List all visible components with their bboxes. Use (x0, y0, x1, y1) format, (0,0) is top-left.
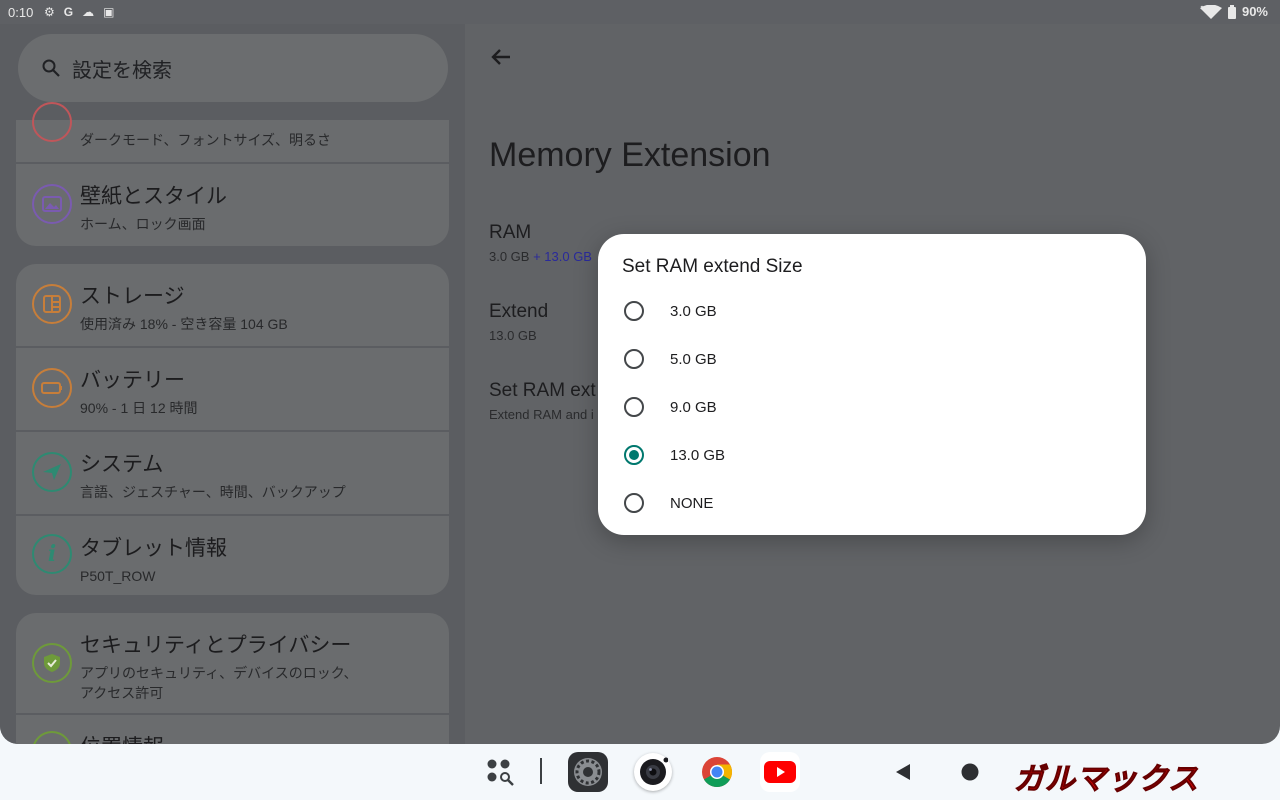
option-label: 3.0 GB (670, 302, 717, 320)
dialog-title: Set RAM extend Size (622, 256, 803, 277)
battery-icon (32, 368, 72, 408)
option-5gb[interactable]: 5.0 GB (622, 339, 1122, 379)
pref-ram: RAM 3.0 GB + 13.0 GB (489, 222, 592, 264)
settings-item-title: セキュリティとプライバシー (80, 634, 352, 657)
pref-extend: Extend 13.0 GB (489, 301, 548, 343)
back-arrow-icon[interactable] (488, 44, 514, 70)
option-label: 5.0 GB (670, 350, 717, 368)
settings-item-tablet-info[interactable]: i タブレット情報 P50T_ROW (16, 516, 449, 595)
camera-app-icon[interactable] (634, 753, 672, 791)
battery-icon (1227, 4, 1236, 19)
settings-item-title: 位置情報 (80, 731, 164, 744)
option-label: NONE (670, 494, 714, 512)
radio-button[interactable] (624, 349, 644, 369)
google-icon: G (63, 5, 74, 19)
settings-item-title: 壁紙とスタイル (80, 185, 227, 208)
pref-summary: 13.0 GB (489, 328, 537, 343)
search-placeholder: 設定を検索 (72, 59, 172, 82)
option-13gb[interactable]: 13.0 GB (622, 435, 1122, 475)
radio-button[interactable] (624, 301, 644, 321)
pref-title: Set RAM ext (489, 380, 596, 401)
wifi-icon (1199, 4, 1222, 19)
shield-icon (32, 643, 72, 683)
option-3gb[interactable]: 3.0 GB (622, 291, 1122, 331)
settings-item-title: ストレージ (80, 285, 185, 308)
chrome-app-icon[interactable] (697, 752, 737, 792)
info-icon: i (32, 534, 72, 574)
settings-item-title: バッテリー (80, 369, 185, 392)
settings-item-title: システム (80, 453, 164, 476)
option-label: 13.0 GB (670, 446, 726, 464)
settings-item-subtitle-line2: アクセス許可 (80, 685, 164, 701)
cloud-icon: ☁ (82, 5, 95, 19)
youtube-app-icon[interactable] (760, 752, 800, 792)
pref-summary: Extend RAM and i (489, 407, 594, 422)
ram-extend-value: + 13.0 GB (529, 249, 592, 264)
radio-button[interactable] (624, 493, 644, 513)
display-icon (32, 102, 72, 142)
option-9gb[interactable]: 9.0 GB (622, 387, 1122, 427)
option-none[interactable]: NONE (622, 483, 1122, 523)
settings-item-security[interactable]: セキュリティとプライバシー アプリのセキュリティ、デバイスのロック、 アクセス許… (16, 613, 449, 713)
send-icon (32, 452, 72, 492)
ram-base-value: 3.0 GB (489, 249, 530, 264)
pref-title: Extend (489, 301, 549, 322)
settings-item-subtitle: ダークモード、フォントサイズ、明るさ (80, 132, 332, 148)
settings-item-title: タブレット情報 (80, 537, 227, 560)
card-icon: ▣ (103, 5, 115, 19)
settings-item-subtitle: 言語、ジェスチャー、時間、バックアップ (80, 484, 346, 500)
search-settings-bar[interactable]: 設定を検索 (18, 34, 448, 102)
pref-set-ram[interactable]: Set RAM ext Extend RAM and i (489, 380, 596, 422)
settings-item-storage[interactable]: ストレージ 使用済み 18% - 空き容量 104 GB (16, 264, 449, 346)
radio-button[interactable] (624, 397, 644, 417)
settings-item-battery[interactable]: バッテリー 90% - 1 日 12 時間 (16, 348, 449, 430)
option-label: 9.0 GB (670, 398, 717, 416)
home-icon[interactable] (958, 760, 982, 784)
settings-item-system[interactable]: システム 言語、ジェスチャー、時間、バックアップ (16, 432, 449, 514)
battery-percent: 90% (1241, 4, 1268, 19)
back-icon[interactable] (890, 760, 916, 784)
pref-summary: 3.0 GB + 13.0 GB (489, 249, 592, 264)
storage-icon (32, 284, 72, 324)
settings-item-subtitle: アプリのセキュリティ、デバイスのロック、 (80, 665, 358, 681)
settings-item-subtitle: 使用済み 18% - 空き容量 104 GB (80, 316, 288, 332)
settings-item-display[interactable]: ダークモード、フォントサイズ、明るさ (16, 102, 449, 162)
status-time: 0:10 (8, 5, 34, 20)
app-drawer-icon[interactable] (484, 756, 516, 788)
pref-title: RAM (489, 222, 532, 243)
site-watermark: ガルマックス (1013, 763, 1200, 797)
settings-item-location[interactable]: 位置情報 (16, 715, 449, 744)
settings-item-subtitle: ホーム、ロック画面 (80, 216, 206, 232)
search-icon (42, 59, 60, 77)
radio-button-selected[interactable] (624, 445, 644, 465)
settings-item-wallpaper[interactable]: 壁紙とスタイル ホーム、ロック画面 (16, 164, 449, 246)
gear-icon: ⚙ (44, 5, 55, 19)
settings-item-subtitle: P50T_ROW (80, 568, 156, 584)
settings-app-icon[interactable] (568, 752, 608, 792)
status-bar: 0:10 ⚙ G ☁ ▣ 90% (0, 0, 1280, 24)
settings-item-subtitle: 90% - 1 日 12 時間 (80, 400, 198, 416)
settings-list-pane: 設定を検索 ダークモード、フォントサイズ、明るさ 壁紙とスタイル ホーム、ロック… (0, 24, 465, 744)
ram-size-dialog: Set RAM extend Size 3.0 GB 5.0 GB 9.0 GB… (598, 234, 1146, 535)
taskbar-divider (540, 758, 542, 784)
wallpaper-icon (32, 184, 72, 224)
page-title: Memory Extension (489, 136, 771, 174)
location-icon (32, 731, 72, 744)
